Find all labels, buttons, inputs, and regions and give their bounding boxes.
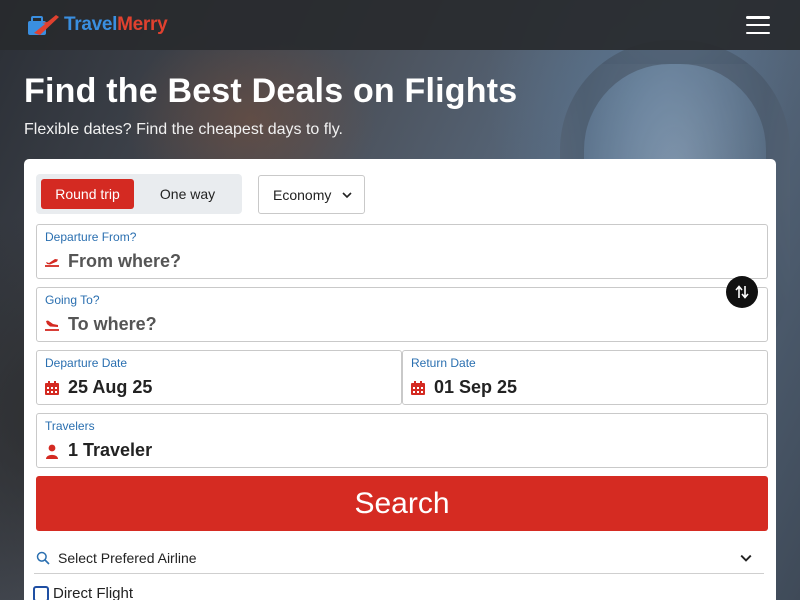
top-navbar: TravelMerry xyxy=(0,0,800,50)
direct-flight-checkbox[interactable] xyxy=(33,585,49,600)
chevron-down-icon xyxy=(342,191,352,198)
destination-field[interactable]: Going To? xyxy=(36,287,768,342)
one-way-button[interactable]: One way xyxy=(138,179,237,209)
calendar-icon xyxy=(45,380,59,395)
swap-icon[interactable] xyxy=(726,276,758,308)
cabin-class-select[interactable]: Economy xyxy=(258,175,365,214)
cabin-class-value: Economy xyxy=(273,186,332,203)
departure-date-field[interactable]: Departure Date 25 Aug 25 xyxy=(36,350,402,405)
search-button[interactable]: Search xyxy=(36,476,768,531)
departure-date-label: Departure Date xyxy=(45,356,128,370)
return-date-label: Return Date xyxy=(411,356,476,370)
return-date-value: 01 Sep 25 xyxy=(434,377,518,397)
departure-date-value: 25 Aug 25 xyxy=(68,377,153,397)
logo-text-travel: Travel xyxy=(64,14,118,35)
logo-text-merry: Merry xyxy=(117,14,168,35)
flight-search-card: Round trip One way Economy Departure Fro… xyxy=(24,159,776,600)
page-title: Find the Best Deals on Flights xyxy=(24,72,518,110)
plane-landing-icon xyxy=(45,320,59,331)
direct-flight-label[interactable]: Direct Flight xyxy=(53,585,133,600)
preferred-airline-label: Select Prefered Airline xyxy=(58,550,197,566)
round-trip-button[interactable]: Round trip xyxy=(41,179,135,209)
trip-type-toggle: Round trip One way xyxy=(36,174,242,214)
chevron-down-icon xyxy=(740,554,752,562)
brand-logo[interactable]: TravelMerry xyxy=(26,11,168,39)
hamburger-icon[interactable] xyxy=(746,16,770,34)
return-date-field[interactable]: Return Date 01 Sep 25 xyxy=(402,350,768,405)
page-subtitle: Flexible dates? Find the cheapest days t… xyxy=(24,121,343,138)
direct-flight-option: Direct Flight xyxy=(33,585,133,600)
person-icon xyxy=(46,444,58,459)
preferred-airline-select[interactable]: Select Prefered Airline xyxy=(34,543,764,574)
plane-takeoff-icon xyxy=(45,258,59,267)
departure-label: Departure From? xyxy=(45,230,137,244)
calendar-icon xyxy=(411,380,425,395)
departure-input[interactable] xyxy=(68,251,668,272)
travelers-value: 1 Traveler xyxy=(68,440,153,460)
swap-arrows-icon xyxy=(735,285,749,299)
destination-label: Going To? xyxy=(45,293,100,307)
departure-field[interactable]: Departure From? xyxy=(36,224,768,279)
travelers-label: Travelers xyxy=(45,419,95,433)
search-icon xyxy=(36,551,50,565)
destination-input[interactable] xyxy=(68,314,668,335)
travelers-field[interactable]: Travelers 1 Traveler xyxy=(36,413,768,468)
logo-plane-icon xyxy=(28,15,59,35)
